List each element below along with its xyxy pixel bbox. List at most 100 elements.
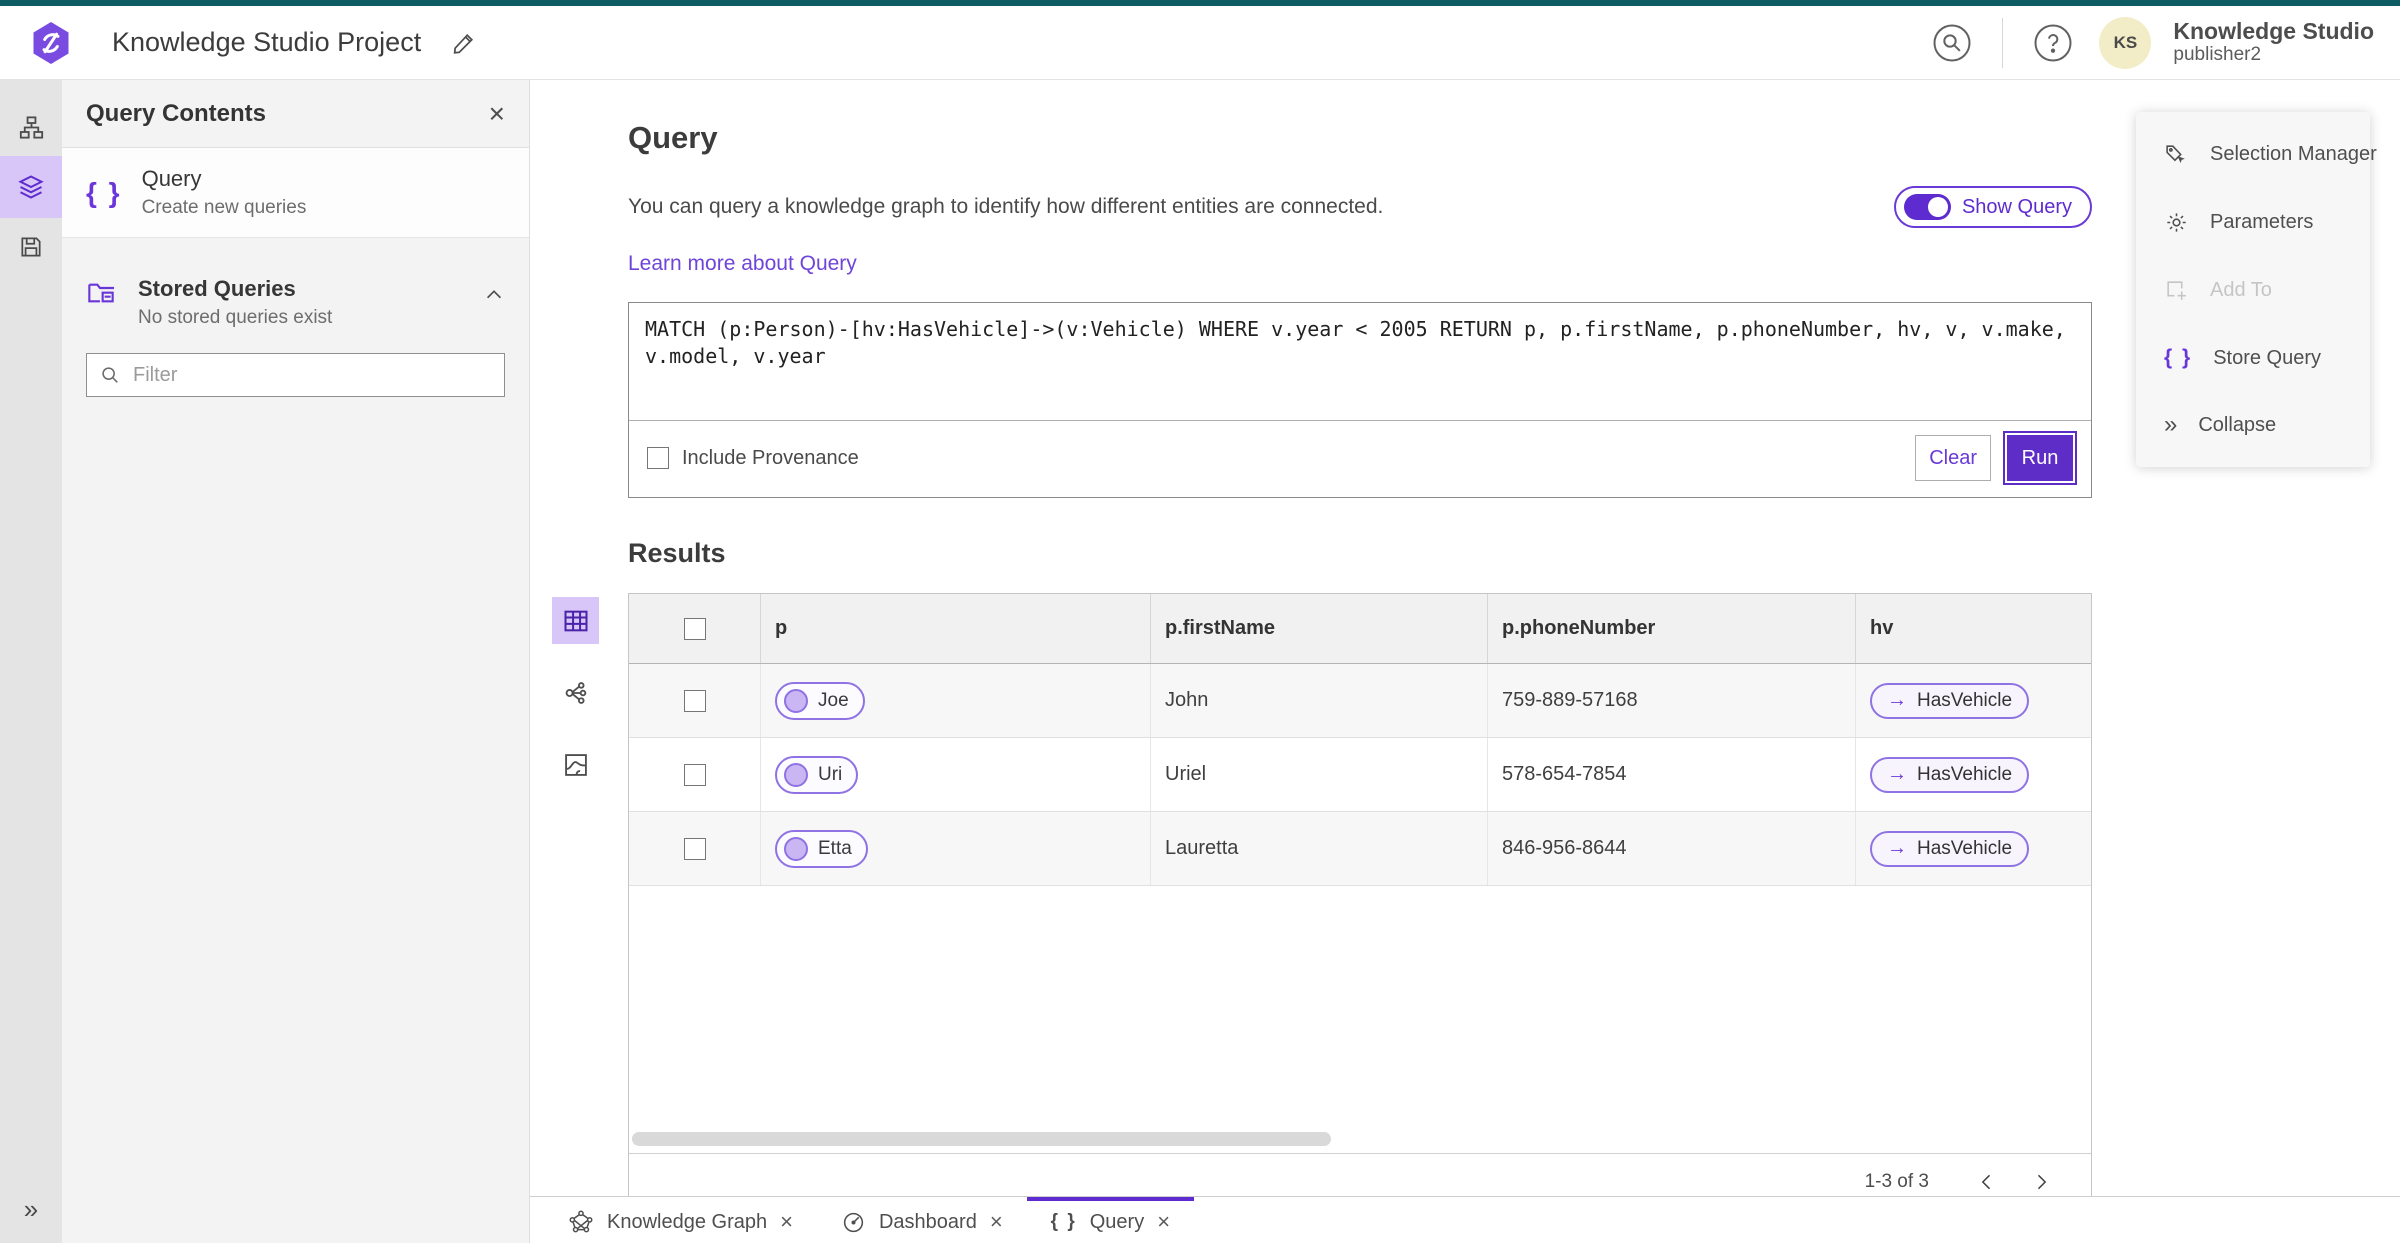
relationship-label: HasVehicle [1917, 837, 2013, 859]
help-icon[interactable] [2029, 19, 2077, 67]
cell-firstname: John [1151, 664, 1488, 737]
clear-button[interactable]: Clear [1915, 435, 1991, 481]
app-header: Knowledge Studio Project KS Knowledge St… [0, 6, 2400, 80]
document-tab-bar: Knowledge Graph × Dashboard × { } Query … [530, 1196, 2400, 1243]
run-button[interactable]: Run [2003, 431, 2077, 485]
relationship-pill[interactable]: → HasVehicle [1870, 682, 2030, 719]
relationship-pill[interactable]: → HasVehicle [1870, 756, 2030, 793]
include-provenance-checkbox[interactable] [647, 447, 669, 469]
show-query-label: Show Query [1961, 195, 2072, 218]
column-header-hv: hv [1870, 617, 1894, 639]
query-contents-panel: Query Contents × { } Query Create new qu… [62, 80, 530, 1243]
toggle-switch-icon [1903, 194, 1951, 220]
tab-dashboard[interactable]: Dashboard × [817, 1197, 1027, 1243]
selection-manager-button[interactable]: Selection Manager [2164, 142, 2377, 167]
scrollbar-thumb[interactable] [632, 1132, 1331, 1146]
close-tab-icon[interactable]: × [1157, 1209, 1170, 1235]
avatar[interactable]: KS [2099, 16, 2152, 69]
show-query-toggle[interactable]: Show Query [1893, 186, 2092, 228]
sitemap-icon [19, 115, 43, 139]
expand-rail-icon[interactable]: » [0, 1189, 62, 1229]
selection-manager-icon [2164, 142, 2189, 167]
results-view-switcher [552, 597, 599, 788]
tool-label: Selection Manager [2210, 143, 2377, 165]
cell-firstname: Uriel [1151, 738, 1488, 811]
column-header-firstname: p.firstName [1151, 594, 1488, 663]
learn-more-link[interactable]: Learn more about Query [628, 252, 857, 276]
map-icon [564, 753, 587, 776]
include-provenance-label: Include Provenance [682, 446, 859, 469]
query-text-input[interactable]: MATCH (p:Person)-[hv:HasVehicle]->(v:Veh… [629, 303, 2091, 421]
query-editor-card: MATCH (p:Person)-[hv:HasVehicle]->(v:Veh… [628, 302, 2397, 1240]
table-view-button[interactable] [552, 597, 599, 644]
row-checkbox[interactable] [683, 763, 706, 786]
app-logo-icon[interactable] [30, 20, 72, 66]
map-view-button[interactable] [552, 741, 599, 788]
add-to-button: Add To [2164, 278, 2342, 303]
user-info: Knowledge Studio publisher2 [2173, 18, 2374, 66]
table-row: Joe John 759-889-57168 → HasVehicle [629, 664, 2091, 738]
cell-phonenumber: 846-956-8644 [1488, 812, 1856, 885]
user-role: publisher2 [2173, 44, 2262, 66]
save-icon [21, 237, 41, 257]
entity-pill[interactable]: Joe [775, 681, 865, 720]
cell-firstname: Lauretta [1151, 812, 1488, 885]
panel-title: Query Contents [86, 99, 267, 127]
tab-query[interactable]: { } Query × [1026, 1197, 1195, 1243]
relationship-pill[interactable]: → HasVehicle [1870, 830, 2030, 867]
entity-label: Uri [818, 763, 843, 785]
entity-pill[interactable]: Etta [775, 829, 868, 868]
stored-queries-folder-icon [88, 283, 114, 303]
tab-label: Query [1089, 1210, 1145, 1233]
table-header-row: p p.firstName p.phoneNumber hv [629, 594, 2091, 664]
stored-queries-section: Stored Queries No stored queries exist [62, 252, 529, 339]
column-header-phonenumber: p.phoneNumber [1488, 594, 1856, 663]
tool-label: Add To [2210, 279, 2272, 301]
cell-phonenumber: 759-889-57168 [1488, 664, 1856, 737]
curly-braces-icon: { } [2164, 346, 2193, 369]
entity-node-icon [784, 762, 808, 787]
sidebar-item-save[interactable] [0, 218, 62, 276]
sidebar-item-data-model[interactable] [0, 98, 62, 156]
close-tab-icon[interactable]: × [990, 1209, 1003, 1235]
tool-label: Store Query [2213, 346, 2322, 369]
query-item-subtitle: Create new queries [141, 197, 307, 218]
row-checkbox[interactable] [683, 689, 706, 712]
tab-label: Knowledge Graph [607, 1210, 768, 1233]
tool-label: Parameters [2210, 211, 2314, 233]
knowledge-graph-icon [569, 1210, 593, 1233]
close-panel-icon[interactable]: × [489, 99, 505, 128]
search-icon[interactable] [1928, 19, 1976, 67]
chevron-up-icon[interactable] [483, 284, 505, 311]
query-description: You can query a knowledge graph to ident… [628, 195, 1384, 218]
query-item-title: Query [141, 166, 202, 191]
filter-input[interactable] [133, 363, 492, 387]
layers-icon [18, 175, 44, 199]
table-empty-space [629, 886, 2091, 1132]
tab-knowledge-graph[interactable]: Knowledge Graph × [544, 1197, 817, 1243]
graph-view-button[interactable] [552, 669, 599, 716]
table-row: Etta Lauretta 846-956-8644 → HasVehicle [629, 812, 2091, 886]
stored-queries-title: Stored Queries [138, 276, 296, 301]
entity-node-icon [784, 688, 808, 713]
store-query-button[interactable]: { } Store Query [2164, 346, 2342, 370]
page-title: Query [628, 120, 718, 155]
query-list-item[interactable]: { } Query Create new queries [62, 148, 529, 238]
select-all-checkbox[interactable] [683, 617, 706, 640]
curly-braces-icon: { } [86, 176, 122, 208]
arrow-right-icon: → [1887, 837, 1907, 859]
cell-phonenumber: 578-654-7854 [1488, 738, 1856, 811]
edit-title-icon[interactable] [451, 30, 477, 56]
add-to-icon [2164, 278, 2189, 303]
query-tools-panel: Selection Manager Parameters Add To {} … [2136, 112, 2377, 467]
close-tab-icon[interactable]: × [780, 1209, 793, 1235]
parameters-button[interactable]: Parameters [2164, 210, 2342, 235]
entity-label: Joe [818, 689, 849, 711]
stored-queries-subtitle: No stored queries exist [138, 307, 333, 328]
pagination-range: 1-3 of 3 [1864, 1171, 1929, 1192]
collapse-panel-button[interactable]: » Collapse [2164, 413, 2342, 437]
sidebar-item-layers[interactable] [0, 156, 62, 218]
entity-pill[interactable]: Uri [775, 755, 859, 794]
row-checkbox[interactable] [683, 837, 706, 860]
gear-icon [2164, 210, 2189, 235]
